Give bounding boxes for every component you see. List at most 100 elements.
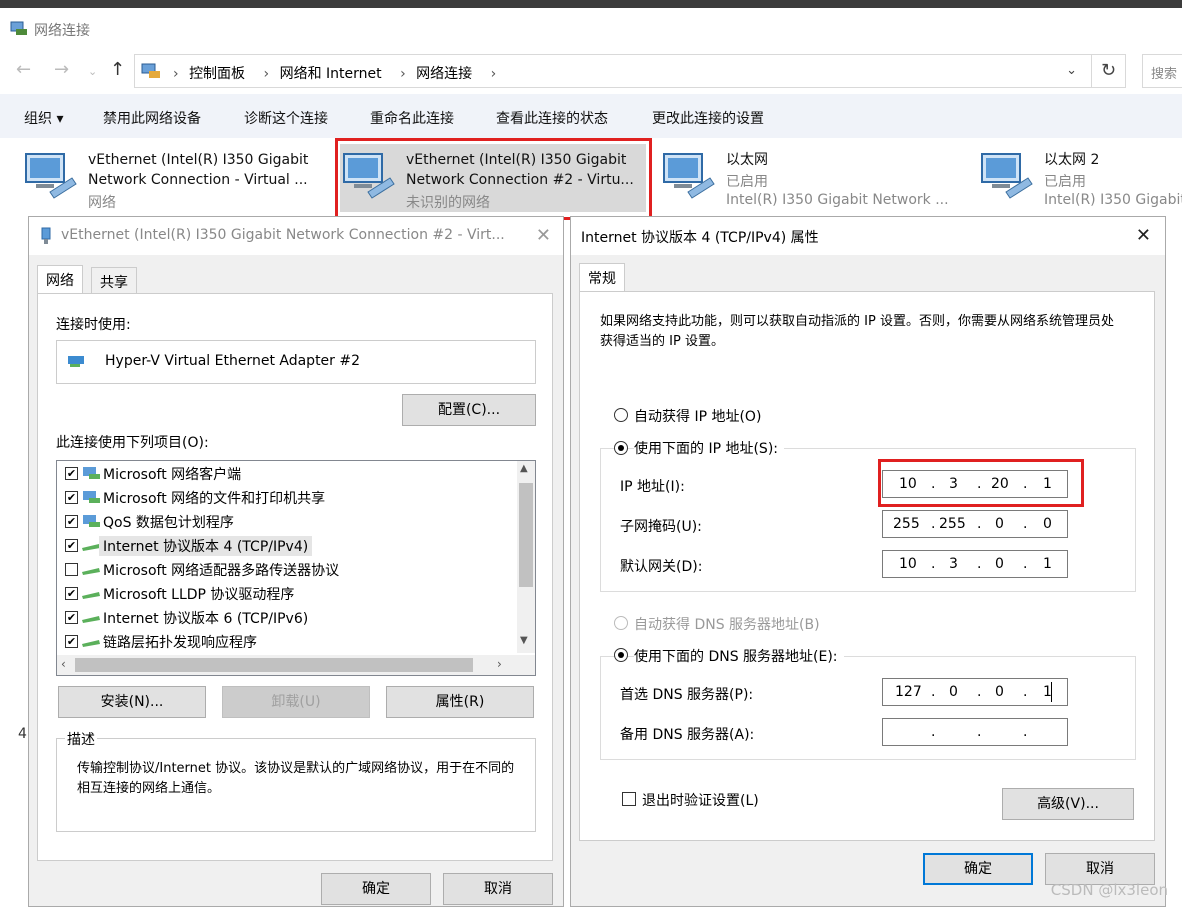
refresh-icon[interactable]: ↻: [1092, 54, 1126, 88]
dialog-title: Internet 协议版本 4 (TCP/IPv4) 属性: [581, 230, 819, 246]
network-adapter-icon: [981, 153, 1033, 199]
configure-button[interactable]: 配置(C)...: [402, 394, 536, 426]
rename-button[interactable]: 重命名此连接: [370, 108, 454, 128]
list-item[interactable]: ✔ QoS 数据包计划程序: [57, 509, 513, 533]
breadcrumb-network-connections[interactable]: 网络连接: [416, 66, 472, 82]
ipv4-properties-dialog: Internet 协议版本 4 (TCP/IPv4) 属性 ✕ 常规 如果网络支…: [570, 216, 1166, 907]
item-checkbox[interactable]: ✔: [65, 587, 78, 600]
alternate-dns-field[interactable]: . . .: [882, 718, 1068, 746]
control-panel-icon: [141, 63, 160, 78]
connection-vethernet-1[interactable]: vEthernet (Intel(R) I350 Gigabit Network…: [22, 144, 332, 212]
highlight-box: [878, 459, 1084, 507]
auto-ip-radio[interactable]: [614, 408, 628, 422]
intro-text: 如果网络支持此功能，则可以获取自动指派的 IP 设置。否则，你需要从网络系统管理…: [600, 314, 1114, 349]
tab-general[interactable]: 常规: [579, 263, 625, 291]
close-icon[interactable]: ✕: [536, 225, 551, 246]
cancel-button[interactable]: 取消: [443, 873, 553, 905]
scroll-left-icon[interactable]: ‹: [61, 657, 66, 671]
network-adapter-icon: [663, 153, 715, 199]
connection-ethernet-2[interactable]: 以太网 2 已启用 Intel(R) I350 Gigabit: [978, 144, 1182, 212]
close-icon[interactable]: ✕: [1136, 225, 1151, 246]
up-icon[interactable]: ↑: [110, 60, 125, 80]
connection-status: Intel(R) I350 Gigabit: [1044, 192, 1182, 208]
back-icon[interactable]: ←: [16, 60, 31, 80]
ok-button[interactable]: 确定: [321, 873, 431, 905]
manual-dns-radio[interactable]: [614, 648, 628, 662]
search-input[interactable]: 搜索: [1142, 54, 1182, 88]
ok-button[interactable]: 确定: [923, 853, 1033, 885]
list-item[interactable]: Microsoft 网络适配器多路传送器协议: [57, 557, 513, 581]
network-card-icon: [68, 356, 84, 367]
validate-label: 退出时验证设置(L): [642, 793, 759, 809]
organize-button[interactable]: 组织 ▾: [24, 108, 63, 128]
breadcrumb-network-internet[interactable]: 网络和 Internet: [280, 66, 382, 82]
text-cursor: [1051, 682, 1052, 702]
description-legend: 描述: [65, 729, 97, 749]
preferred-dns-field[interactable]: 127. 0. 0. 1: [882, 678, 1068, 706]
address-bar[interactable]: › 控制面板 › 网络和 Internet › 网络连接 › ⌄: [134, 54, 1092, 88]
breadcrumb-sep-icon: ›: [400, 66, 406, 82]
advanced-button[interactable]: 高级(V)...: [1002, 788, 1134, 820]
side-digit: 4: [18, 726, 27, 742]
subnet-mask-label: 子网掩码(U):: [620, 519, 702, 535]
dialog-title: vEthernet (Intel(R) I350 Gigabit Network…: [61, 227, 505, 243]
breadcrumb-sep-icon: ›: [173, 66, 179, 82]
general-tab-panel: 如果网络支持此功能，则可以获取自动指派的 IP 设置。否则，你需要从网络系统管理…: [579, 291, 1155, 841]
items-list[interactable]: ✔ Microsoft 网络客户端 ✔ Microsoft 网络的文件和打印机共…: [56, 460, 536, 676]
list-item[interactable]: ✔ Internet 协议版本 4 (TCP/IPv4): [57, 533, 513, 557]
connection-name: 以太网: [726, 152, 768, 168]
connection-ethernet[interactable]: 以太网 已启用 Intel(R) I350 Gigabit Network ..…: [660, 144, 960, 212]
properties-button[interactable]: 属性(R): [386, 686, 534, 718]
list-item[interactable]: ✔ 链路层拓扑发现响应程序: [57, 629, 513, 653]
recent-dropdown-icon[interactable]: ⌄: [88, 62, 97, 82]
manual-ip-label: 使用下面的 IP 地址(S):: [634, 438, 784, 458]
gateway-field[interactable]: 10. 3. 0. 1: [882, 550, 1068, 578]
view-status-button[interactable]: 查看此连接的状态: [496, 108, 608, 128]
tab-network[interactable]: 网络: [37, 265, 83, 293]
list-item[interactable]: ✔ Microsoft 网络客户端: [57, 461, 513, 485]
adapter-properties-dialog: vEthernet (Intel(R) I350 Gigabit Network…: [28, 216, 564, 907]
change-settings-button[interactable]: 更改此连接的设置: [652, 108, 764, 128]
protocol-icon: [82, 544, 100, 551]
disable-device-button[interactable]: 禁用此网络设备: [103, 108, 201, 128]
tab-sharing[interactable]: 共享: [91, 267, 137, 293]
item-checkbox[interactable]: ✔: [65, 515, 78, 528]
item-checkbox[interactable]: ✔: [65, 635, 78, 648]
address-dropdown-icon[interactable]: ⌄: [1066, 63, 1077, 78]
connection-status: Intel(R) I350 Gigabit Network ...: [726, 192, 949, 208]
forward-icon[interactable]: →: [54, 60, 69, 80]
item-checkbox[interactable]: ✔: [65, 467, 78, 480]
scroll-right-icon[interactable]: ›: [497, 657, 502, 671]
auto-ip-label: 自动获得 IP 地址(O): [634, 409, 762, 425]
list-item[interactable]: ✔ Microsoft LLDP 协议驱动程序: [57, 581, 513, 605]
install-button[interactable]: 安装(N)...: [58, 686, 206, 718]
protocol-icon: [82, 640, 100, 647]
vertical-scrollbar[interactable]: ▲ ▼: [517, 461, 535, 653]
diagnose-button[interactable]: 诊断这个连接: [244, 108, 328, 128]
auto-dns-radio: [614, 616, 628, 630]
scroll-thumb[interactable]: [75, 658, 473, 672]
item-checkbox[interactable]: [65, 563, 78, 576]
scroll-up-icon[interactable]: ▲: [520, 463, 528, 474]
manual-ip-radio[interactable]: [614, 441, 628, 455]
breadcrumb-control-panel[interactable]: 控制面板: [189, 66, 245, 82]
validate-checkbox[interactable]: [622, 792, 636, 806]
uninstall-button: 卸载(U): [222, 686, 370, 718]
dialog-titlebar: Internet 协议版本 4 (TCP/IPv4) 属性 ✕: [571, 217, 1165, 255]
scroll-thumb[interactable]: [519, 483, 533, 587]
qos-icon: [83, 515, 100, 527]
address-row: ← → ⌄ ↑ › 控制面板 › 网络和 Internet › 网络连接 › ⌄…: [0, 48, 1182, 94]
scroll-down-icon[interactable]: ▼: [520, 635, 528, 646]
highlight-box: [335, 138, 652, 220]
gateway-label: 默认网关(D):: [620, 559, 703, 575]
alternate-dns-label: 备用 DNS 服务器(A):: [620, 727, 755, 743]
item-checkbox[interactable]: ✔: [65, 539, 78, 552]
list-item[interactable]: ✔ Microsoft 网络的文件和打印机共享: [57, 485, 513, 509]
item-checkbox[interactable]: ✔: [65, 491, 78, 504]
items-label: 此连接使用下列项目(O):: [56, 435, 209, 451]
list-item[interactable]: ✔ Internet 协议版本 6 (TCP/IPv6): [57, 605, 513, 629]
horizontal-scrollbar[interactable]: ‹ ›: [57, 655, 535, 675]
subnet-mask-field[interactable]: 255. 255. 0. 0: [882, 510, 1068, 538]
item-checkbox[interactable]: ✔: [65, 611, 78, 624]
file-sharing-icon: [83, 491, 100, 503]
